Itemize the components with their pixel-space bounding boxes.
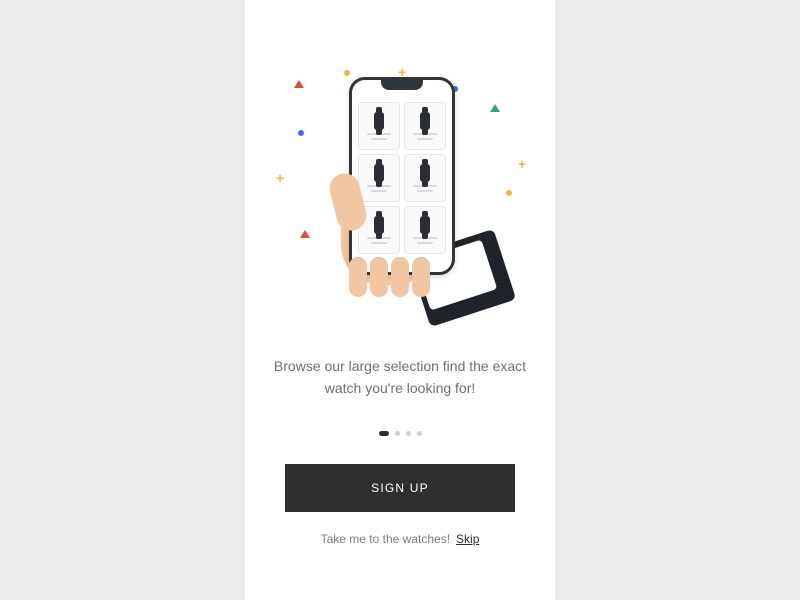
hero-illustration: + + + — [270, 60, 530, 320]
confetti-triangle-icon — [300, 230, 310, 238]
onboarding-screen: + + + — [245, 0, 555, 600]
pager-dot — [395, 431, 400, 436]
confetti-plus-icon: + — [518, 156, 526, 172]
confetti-plus-icon: + — [276, 170, 284, 186]
page-indicator — [379, 431, 422, 436]
confetti-dot-icon — [298, 130, 304, 136]
sign-up-button[interactable]: SIGN UP — [285, 464, 515, 512]
phone-device-icon — [349, 77, 455, 275]
skip-prompt: Take me to the watches! — [321, 532, 450, 546]
pager-dot — [406, 431, 411, 436]
hand-holding-phone-icon — [315, 75, 485, 305]
onboarding-description: Browse our large selection find the exac… — [245, 356, 555, 399]
skip-row: Take me to the watches! Skip — [321, 532, 480, 546]
confetti-triangle-icon — [490, 104, 500, 112]
confetti-dot-icon — [506, 190, 512, 196]
confetti-triangle-icon — [294, 80, 304, 88]
skip-link[interactable]: Skip — [456, 532, 479, 546]
pager-dot — [417, 431, 422, 436]
pager-dot-active — [379, 431, 389, 436]
